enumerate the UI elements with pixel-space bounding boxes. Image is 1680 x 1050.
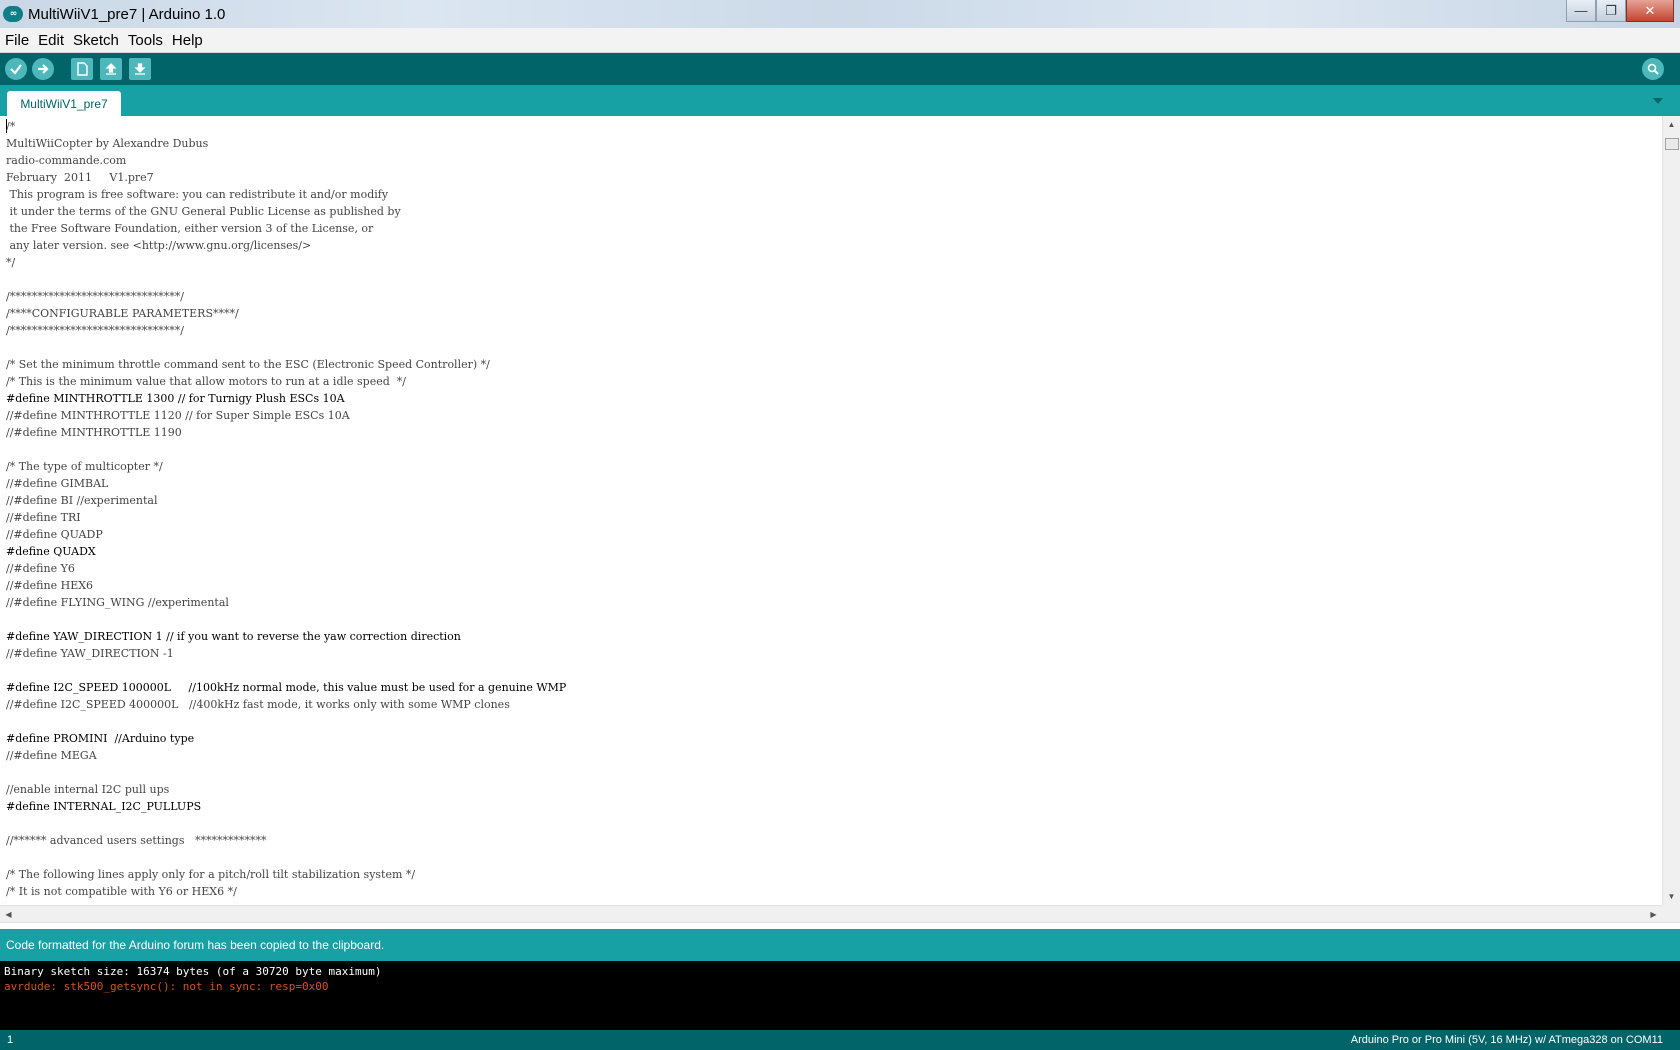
close-button[interactable]: ✕ <box>1626 0 1674 22</box>
tab-menu-button[interactable] <box>1650 93 1666 109</box>
code-line: /* This is the minimum value that allow … <box>6 375 406 388</box>
console-output: Binary sketch size: 16374 bytes (of a 30… <box>0 961 1680 1030</box>
code-line: #define YAW_DIRECTION 1 // if you want t… <box>6 630 461 643</box>
upload-icon <box>38 64 49 74</box>
code-line: //#define MINTHROTTLE 1120 // for Super … <box>6 409 350 422</box>
new-button[interactable] <box>71 58 93 80</box>
scroll-left-icon[interactable]: ◀ <box>0 906 17 922</box>
tab-strip: MultiWiiV1_pre7 <box>0 85 1680 116</box>
line-number: 1 <box>7 1034 14 1046</box>
open-button[interactable] <box>100 58 122 80</box>
code-line: /* Set the minimum throttle command sent… <box>6 358 490 371</box>
code-line: it under the terms of the GNU General Pu… <box>6 205 401 218</box>
code-line: //#define MEGA <box>6 749 97 762</box>
code-line: //#define MINTHROTTLE 1190 <box>6 426 182 439</box>
window-titlebar: ∞ MultiWiiV1_pre7 | Arduino 1.0 — ❐ ✕ <box>0 0 1680 28</box>
scroll-thumb[interactable] <box>1665 138 1679 150</box>
code-line: #define INTERNAL_I2C_PULLUPS <box>6 800 202 813</box>
menu-edit[interactable]: Edit <box>34 32 68 49</box>
code-line: /* The following lines apply only for a … <box>6 868 416 881</box>
new-icon <box>77 62 88 76</box>
menu-help[interactable]: Help <box>168 32 207 49</box>
horizontal-scrollbar[interactable]: ◀ ▶ <box>0 905 1662 922</box>
scroll-down-icon[interactable]: ▼ <box>1663 888 1680 905</box>
code-line: This program is free software: you can r… <box>6 188 389 201</box>
upload-button[interactable] <box>32 58 54 80</box>
code-line: #define MINTHROTTLE 1300 // for Turnigy … <box>6 392 345 405</box>
code-line: /* <box>6 120 16 133</box>
code-line: #define PROMINI //Arduino type <box>6 732 195 745</box>
toolbar <box>0 53 1680 85</box>
window-controls: — ❐ ✕ <box>1566 0 1674 22</box>
code-line: any later version. see <http://www.gnu.o… <box>6 239 312 252</box>
code-line: February 2011 V1.pre7 <box>6 171 154 184</box>
menu-tools[interactable]: Tools <box>124 32 167 49</box>
footer-bar: 1 Arduino Pro or Pro Mini (5V, 16 MHz) w… <box>0 1030 1680 1050</box>
tab-menu-icon <box>1653 98 1663 104</box>
code-line: //#define I2C_SPEED 400000L //400kHz fas… <box>6 698 510 711</box>
code-line: radio-commande.com <box>6 154 127 167</box>
code-line: //****** advanced users settings *******… <box>6 834 267 847</box>
console-line: Binary sketch size: 16374 bytes (of a 30… <box>4 965 382 978</box>
code-text: /* MultiWiiCopter by Alexandre Dubus radio… <box>6 118 566 900</box>
status-bar: Code formatted for the Arduino forum has… <box>0 929 1680 961</box>
code-line: MultiWiiCopter by Alexandre Dubus <box>6 137 209 150</box>
scroll-corner <box>1662 905 1680 922</box>
pane-splitter[interactable] <box>0 922 1680 929</box>
code-line: //#define GIMBAL <box>6 477 109 490</box>
arduino-logo-icon: ∞ <box>3 6 23 22</box>
code-line: //#define BI //experimental <box>6 494 158 507</box>
code-line: //#define QUADP <box>6 528 103 541</box>
code-line: #define QUADX <box>6 545 96 558</box>
code-editor[interactable]: /* MultiWiiCopter by Alexandre Dubus radio… <box>0 116 1662 905</box>
vertical-scrollbar[interactable]: ▲ ▼ <box>1662 116 1680 905</box>
code-line: //#define Y6 <box>6 562 75 575</box>
verify-icon <box>10 64 22 75</box>
minimize-button[interactable]: — <box>1566 0 1596 22</box>
console-error-line: avrdude: stk500_getsync(): not in sync: … <box>4 980 329 993</box>
code-line: #define I2C_SPEED 100000L //100kHz norma… <box>6 681 567 694</box>
board-info: Arduino Pro or Pro Mini (5V, 16 MHz) w/ … <box>1350 1034 1663 1046</box>
code-line: /*******************************/ <box>6 290 184 303</box>
code-line: /* It is not compatible with Y6 or HEX6 … <box>6 885 237 898</box>
scroll-up-icon[interactable]: ▲ <box>1663 116 1680 133</box>
code-line: */ <box>6 256 16 269</box>
menu-bar: File Edit Sketch Tools Help <box>0 28 1680 53</box>
verify-button[interactable] <box>5 58 27 80</box>
serial-monitor-button[interactable] <box>1642 58 1664 80</box>
save-button[interactable] <box>129 58 151 80</box>
status-message: Code formatted for the Arduino forum has… <box>6 938 385 952</box>
menu-file[interactable]: File <box>1 32 33 49</box>
code-line: //#define YAW_DIRECTION -1 <box>6 647 174 660</box>
code-line: /*******************************/ <box>6 324 184 337</box>
scroll-right-icon[interactable]: ▶ <box>1645 906 1662 922</box>
code-line: /* The type of multicopter */ <box>6 460 163 473</box>
window-title: MultiWiiV1_pre7 | Arduino 1.0 <box>28 5 226 23</box>
code-line: /****CONFIGURABLE PARAMETERS****/ <box>6 307 239 320</box>
save-icon <box>134 63 146 75</box>
code-line: //#define HEX6 <box>6 579 94 592</box>
maximize-button[interactable]: ❐ <box>1596 0 1626 22</box>
code-line: the Free Software Foundation, either ver… <box>6 222 374 235</box>
code-line: //#define FLYING_WING //experimental <box>6 596 229 609</box>
menu-sketch[interactable]: Sketch <box>69 32 123 49</box>
serial-monitor-icon <box>1647 63 1659 75</box>
code-line: //#define TRI <box>6 511 81 524</box>
tab-sketch[interactable]: MultiWiiV1_pre7 <box>7 91 121 116</box>
open-icon <box>105 63 117 75</box>
code-line: //enable internal I2C pull ups <box>6 783 170 796</box>
